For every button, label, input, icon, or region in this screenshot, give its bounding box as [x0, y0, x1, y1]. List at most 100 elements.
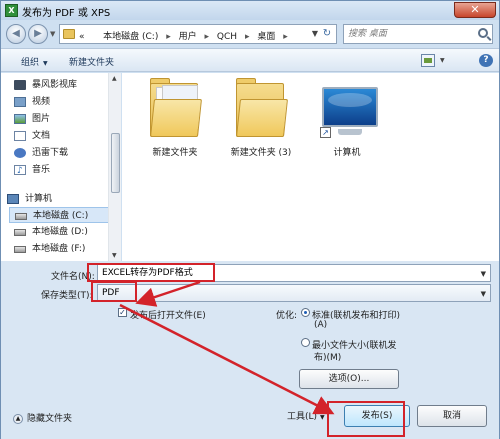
tools-label: 工具(L) — [287, 412, 318, 422]
sidebar-item-label: 图片 — [32, 114, 51, 124]
save-options-panel: 文件名(N): EXCEL转存为PDF格式 ▼ 保存类型(T): PDF ▼ ✓… — [1, 261, 499, 439]
save-type-label: 保存类型(T): — [41, 291, 93, 301]
computer-icon: ↗ — [320, 77, 378, 139]
sidebar-item-thunder-downloads[interactable]: 迅雷下载 — [14, 145, 118, 161]
sidebar-item-label: 暴风影视库 — [32, 80, 78, 90]
file-item-computer[interactable]: ↗ 计算机 — [306, 77, 388, 158]
back-button[interactable]: ◀ — [6, 24, 26, 44]
breadcrumb-item-users[interactable]: 用户 — [179, 32, 197, 42]
cancel-button[interactable]: 取消 — [417, 405, 487, 427]
highlight-box-filename — [87, 263, 215, 282]
file-item-new-folder-3[interactable]: 新建文件夹 (3) — [220, 77, 302, 158]
address-row: ◀ ▶ ▼ « 本地磁盘 (C:) ▸ 用户 ▸ QCH ▸ 桌面 ▸ ▼ ↻ … — [1, 21, 499, 47]
chevron-right-icon[interactable]: ▸ — [245, 32, 250, 42]
folder-icon — [234, 77, 288, 139]
chevron-right-icon[interactable]: ▸ — [166, 32, 171, 42]
shortcut-arrow-icon: ↗ — [320, 127, 331, 138]
view-options-icon[interactable] — [421, 54, 435, 67]
chevron-down-icon[interactable]: ▼ — [440, 57, 454, 70]
chevron-up-icon: ▲ — [13, 413, 23, 424]
publish-dialog: X 发布为 PDF 或 XPS ✕ ◀ ▶ ▼ « 本地磁盘 (C:) ▸ 用户… — [0, 0, 500, 439]
sidebar-item-label: 视频 — [32, 97, 51, 107]
sidebar-item-music[interactable]: 音乐 — [14, 162, 118, 179]
sidebar-item-documents[interactable]: 文档 — [14, 128, 118, 144]
scroll-down-icon[interactable]: ▼ — [112, 252, 117, 259]
sidebar-item-label: 本地磁盘 (D:) — [32, 227, 88, 237]
breadcrumb-overflow[interactable]: « — [79, 32, 85, 42]
optimize-minimum-label-accel[interactable]: 布)(M) — [314, 350, 341, 363]
computer-icon — [7, 194, 19, 204]
optimize-minimum-radio[interactable] — [301, 338, 310, 347]
thunder-icon — [14, 148, 26, 158]
file-label: 新建文件夹 (3) — [230, 148, 292, 158]
window-title: 发布为 PDF 或 XPS — [22, 8, 111, 19]
save-type-select[interactable]: PDF ▼ — [97, 284, 491, 302]
open-after-publish-checkbox[interactable]: ✓ — [118, 308, 127, 317]
tools-menu[interactable]: 工具(L) ▼ — [287, 409, 325, 422]
excel-app-icon: X — [5, 4, 18, 17]
scroll-up-icon[interactable]: ▲ — [112, 75, 117, 82]
breadcrumb-item-drive-c[interactable]: 本地磁盘 (C:) — [103, 32, 158, 42]
sidebar-item-label: 文档 — [32, 131, 51, 141]
highlight-box-publish — [327, 401, 405, 437]
title-bar: X 发布为 PDF 或 XPS ✕ — [1, 1, 499, 20]
sidebar-item-videos[interactable]: 视频 — [14, 94, 118, 110]
picture-icon — [14, 114, 26, 124]
search-placeholder: 搜索 桌面 — [348, 29, 387, 39]
breadcrumb-item-qch[interactable]: QCH — [217, 32, 237, 42]
navigation-pane: 暴风影视库 视频 图片 文档 迅雷下载 音乐 计算机 本地磁盘 (C:) 本地磁… — [1, 73, 121, 261]
file-list: 新建文件夹 新建文件夹 (3) ↗ 计算机 — [122, 73, 499, 261]
film-icon — [14, 80, 26, 90]
breadcrumb-item-desktop[interactable]: 桌面 — [257, 32, 275, 42]
chevron-down-icon: ▼ — [43, 60, 48, 67]
sidebar-item-label: 本地磁盘 (C:) — [33, 211, 89, 221]
open-after-publish-label[interactable]: 发布后打开文件(E) — [130, 308, 206, 321]
sidebar-item-label: 音乐 — [32, 165, 51, 175]
optimize-standard-label-accel[interactable]: (A) — [314, 320, 327, 330]
sidebar-item-pictures[interactable]: 图片 — [14, 111, 118, 127]
refresh-icon[interactable]: ↻ — [320, 27, 334, 41]
folder-icon — [63, 29, 75, 39]
drive-icon — [14, 246, 26, 253]
search-icon — [478, 28, 488, 38]
sidebar-item-computer[interactable]: 计算机 — [7, 191, 111, 207]
drive-icon — [15, 213, 27, 220]
hide-folders-button[interactable]: ▲ 隐藏文件夹 — [13, 411, 72, 424]
sidebar-item-baofeng[interactable]: 暴风影视库 — [14, 77, 118, 93]
sidebar-item-drive-c[interactable]: 本地磁盘 (C:) — [9, 207, 113, 223]
organize-menu[interactable]: 组织 ▼ — [21, 55, 48, 68]
chevron-right-icon[interactable]: ▸ — [283, 32, 288, 42]
music-icon — [14, 163, 26, 179]
chevron-down-icon: ▼ — [320, 414, 325, 421]
drive-icon — [14, 229, 26, 236]
file-item-new-folder[interactable]: 新建文件夹 — [134, 77, 216, 158]
search-input[interactable]: 搜索 桌面 — [343, 24, 493, 44]
options-button[interactable]: 选项(O)... — [299, 369, 399, 389]
chevron-right-icon[interactable]: ▸ — [205, 32, 210, 42]
sidebar-item-drive-d[interactable]: 本地磁盘 (D:) — [14, 224, 118, 240]
navigation-scrollbar[interactable]: ▲ ▼ — [108, 73, 121, 261]
optimize-label: 优化: — [276, 311, 298, 321]
hide-folders-label: 隐藏文件夹 — [27, 414, 73, 424]
address-bar[interactable]: « 本地磁盘 (C:) ▸ 用户 ▸ QCH ▸ 桌面 ▸ ▼ ↻ — [59, 24, 337, 44]
folder-icon — [148, 77, 202, 139]
chevron-down-icon[interactable]: ▼ — [312, 29, 318, 38]
recent-pages-dropdown-icon[interactable]: ▼ — [50, 30, 55, 38]
chevron-down-icon[interactable]: ▼ — [481, 286, 486, 302]
close-button[interactable]: ✕ — [454, 2, 496, 18]
help-icon[interactable]: ? — [479, 54, 493, 67]
document-icon — [14, 131, 26, 141]
breadcrumb: « 本地磁盘 (C:) ▸ 用户 ▸ QCH ▸ 桌面 ▸ — [79, 29, 293, 42]
command-bar: 组织 ▼ 新建文件夹 ▼ ? — [1, 48, 499, 72]
highlight-box-save-type — [91, 281, 137, 302]
sidebar-item-drive-f[interactable]: 本地磁盘 (F:) — [14, 241, 118, 257]
scrollbar-thumb[interactable] — [111, 133, 120, 193]
organize-label: 组织 — [21, 58, 40, 68]
chevron-down-icon[interactable]: ▼ — [481, 266, 486, 282]
optimize-standard-radio[interactable] — [301, 308, 310, 317]
file-label: 计算机 — [333, 148, 361, 158]
forward-button[interactable]: ▶ — [28, 24, 48, 44]
sidebar-item-label: 迅雷下载 — [32, 148, 69, 158]
sidebar-item-label: 本地磁盘 (F:) — [32, 244, 86, 254]
new-folder-button[interactable]: 新建文件夹 — [69, 55, 114, 68]
